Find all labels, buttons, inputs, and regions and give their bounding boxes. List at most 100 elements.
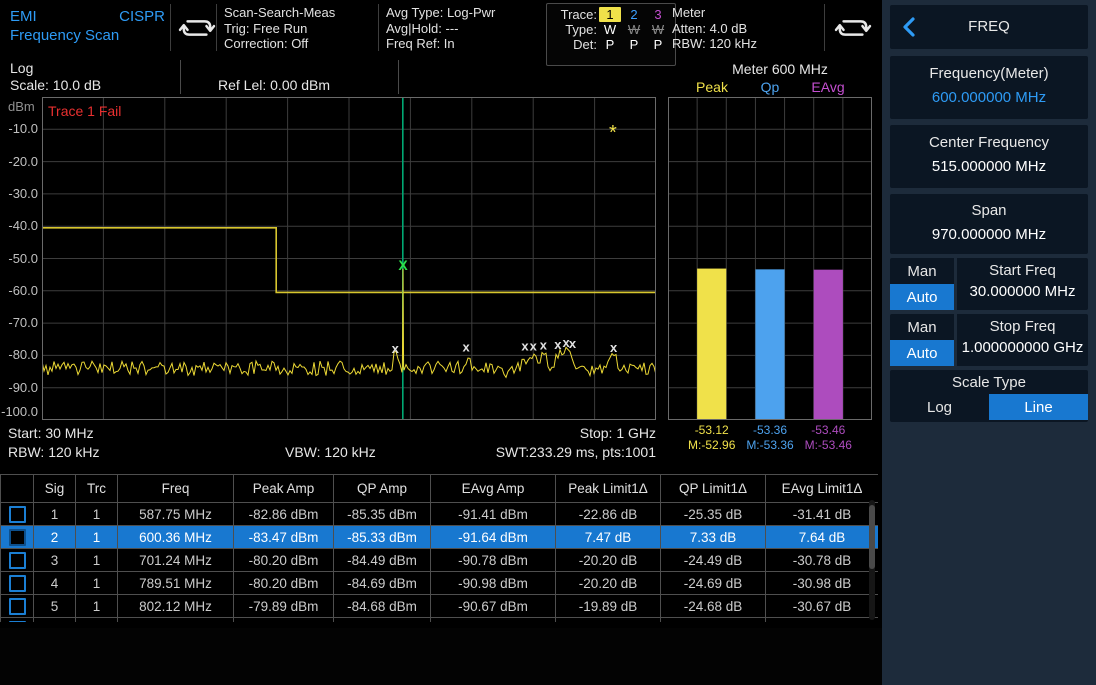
- table-cell: 821.52 MHz: [118, 618, 234, 623]
- stop-freq-man-toggle[interactable]: Man: [890, 314, 954, 340]
- scale-type-line-option[interactable]: Line: [989, 394, 1088, 420]
- scale-type-log-option[interactable]: Log: [890, 394, 989, 420]
- continuous-sweep-button[interactable]: [176, 11, 218, 66]
- y-tick-label: -90.0: [0, 380, 38, 395]
- table-cell: -30.67 dB: [766, 595, 879, 618]
- emi-analyzer-screen: EMI CISPR Frequency Scan Scan-Search-Mea…: [0, 0, 1096, 685]
- avg-hold: Avg|Hold: ---: [386, 21, 495, 37]
- table-cell: 802.12 MHz: [118, 595, 234, 618]
- center-frequency-label: Center Frequency: [890, 134, 1088, 151]
- table-cell: -30.78 dB: [766, 549, 879, 572]
- start-freq-auto-toggle[interactable]: Auto: [890, 284, 954, 310]
- table-row[interactable]: 11587.75 MHz-82.86 dBm-85.35 dBm-91.41 d…: [1, 503, 879, 526]
- table-cell: -31.41 dB: [766, 503, 879, 526]
- column-header: EAvg Limit1Δ: [766, 475, 879, 503]
- frequency-meter-button[interactable]: Frequency(Meter) 600.000000 MHz: [890, 56, 1088, 119]
- row-checkbox-cell: [1, 572, 34, 595]
- scan-settings-summary: Scan-Search-Meas Trig: Free Run Correcti…: [224, 5, 335, 60]
- table-cell: 1: [76, 549, 118, 572]
- trace-3-detector: P: [647, 37, 669, 52]
- table-cell: -91.64 dBm: [431, 526, 556, 549]
- table-cell: -78.65 dBm: [234, 618, 334, 623]
- type-row-label: Type:: [553, 22, 597, 37]
- table-cell: 587.75 MHz: [118, 503, 234, 526]
- correction-setting: Correction: Off: [224, 36, 335, 52]
- table-cell: 3: [34, 549, 76, 572]
- table-cell: -84.49 dBm: [334, 549, 431, 572]
- column-header: EAvg Amp: [431, 475, 556, 503]
- table-cell: -79.89 dBm: [234, 595, 334, 618]
- row-checkbox[interactable]: [9, 506, 26, 523]
- stop-freq-button[interactable]: Man Auto Stop Freq 1.000000000 GHz: [890, 314, 1088, 366]
- peak-x-marker: x: [554, 337, 562, 352]
- table-cell: -82.86 dBm: [234, 503, 334, 526]
- measurement-label: Frequency Scan: [10, 26, 165, 45]
- table-cell: -90.78 dBm: [431, 549, 556, 572]
- meter-title: Meter 600 MHz: [700, 61, 860, 77]
- y-tick-label: -10.0: [0, 121, 38, 136]
- table-scrollbar-thumb[interactable]: [869, 505, 875, 569]
- rbw-annotation: RBW: 120 kHz: [8, 444, 100, 460]
- freq-menu-panel: FREQ Frequency(Meter) 600.000000 MHz Cen…: [882, 0, 1096, 685]
- center-frequency-value: 515.000000 MHz: [890, 158, 1088, 175]
- trace-2-type: W: [623, 22, 645, 37]
- table-cell: -22.86 dB: [556, 503, 661, 526]
- frequency-meter-label: Frequency(Meter): [890, 65, 1088, 82]
- peak-x-marker: x: [392, 341, 400, 356]
- table-cell: -91.41 dBm: [431, 503, 556, 526]
- table-row[interactable]: 61821.52 MHz-78.65 dBm-84.72 dBm-90.68 d…: [1, 618, 879, 623]
- meter-continuous-button[interactable]: [832, 11, 874, 66]
- table-row[interactable]: 31701.24 MHz-80.20 dBm-84.49 dBm-90.78 d…: [1, 549, 879, 572]
- span-value: 970.000000 MHz: [890, 226, 1088, 243]
- table-cell: 4: [34, 572, 76, 595]
- table-scrollbar-track[interactable]: [869, 500, 875, 620]
- table-row[interactable]: 21600.36 MHz-83.47 dBm-85.33 dBm-91.64 d…: [1, 526, 879, 549]
- table-cell: 2: [34, 526, 76, 549]
- table-cell: 1: [76, 526, 118, 549]
- spectrum-svg: xxxxxxxxxX*: [42, 97, 656, 420]
- table-cell: -20.20 dB: [556, 549, 661, 572]
- meter-bar-peak: [697, 269, 726, 420]
- det-row-label: Det:: [553, 37, 597, 52]
- table-cell: -83.47 dBm: [234, 526, 334, 549]
- freq-ref: Freq Ref: In: [386, 36, 495, 52]
- menu-back-button[interactable]: [902, 17, 916, 37]
- trace-1-detector: P: [599, 37, 621, 52]
- table-cell: -90.98 dBm: [431, 572, 556, 595]
- span-button[interactable]: Span 970.000000 MHz: [890, 194, 1088, 254]
- row-checkbox[interactable]: [9, 529, 26, 546]
- row-checkbox[interactable]: [9, 621, 26, 623]
- peak-x-marker: x: [610, 340, 618, 355]
- table-cell: -80.20 dBm: [234, 572, 334, 595]
- meter-settings-summary: Meter Atten: 4.0 dB RBW: 120 kHz: [672, 5, 757, 60]
- trigger-setting: Trig: Free Run: [224, 21, 335, 37]
- column-header: Freq: [118, 475, 234, 503]
- stop-freq-auto-toggle[interactable]: Auto: [890, 340, 954, 366]
- table-cell: -24.68 dB: [661, 595, 766, 618]
- bottom-status-bar: ? i USB flash disk insertion: [0, 628, 882, 685]
- column-header: Peak Amp: [234, 475, 334, 503]
- table-row[interactable]: 51802.12 MHz-79.89 dBm-84.68 dBm-90.67 d…: [1, 595, 879, 618]
- column-header: Sig: [34, 475, 76, 503]
- continuous-sweep-icon: [176, 11, 218, 45]
- start-freq-button[interactable]: Man Auto Start Freq 30.000000 MHz: [890, 258, 1088, 310]
- table-row[interactable]: 41789.51 MHz-80.20 dBm-84.69 dBm-90.98 d…: [1, 572, 879, 595]
- table-cell: 6: [34, 618, 76, 623]
- table-cell: -30.98 dB: [766, 572, 879, 595]
- row-checkbox[interactable]: [9, 598, 26, 615]
- table-cell: -90.68 dBm: [431, 618, 556, 623]
- column-header: QP Limit1Δ: [661, 475, 766, 503]
- row-checkbox[interactable]: [9, 552, 26, 569]
- start-freq-label: Start Freq: [957, 262, 1088, 279]
- table-cell: -20.20 dB: [556, 572, 661, 595]
- start-freq-man-toggle[interactable]: Man: [890, 258, 954, 284]
- table-cell: 7.64 dB: [766, 526, 879, 549]
- row-checkbox[interactable]: [9, 575, 26, 592]
- table-cell: -90.67 dBm: [431, 595, 556, 618]
- meter-qp-label: Qp: [740, 79, 800, 95]
- center-frequency-button[interactable]: Center Frequency 515.000000 MHz: [890, 125, 1088, 188]
- column-header: [1, 475, 34, 503]
- table-cell: 1: [76, 503, 118, 526]
- table-cell: -84.72 dBm: [334, 618, 431, 623]
- table-cell: -24.49 dB: [661, 549, 766, 572]
